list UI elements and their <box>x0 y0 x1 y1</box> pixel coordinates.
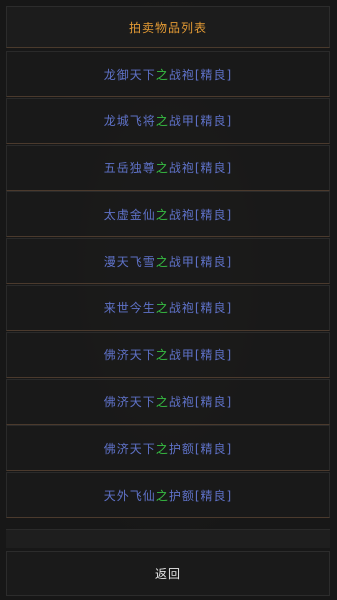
back-button[interactable]: 返回 <box>6 551 330 596</box>
item-name-connector: 之 <box>155 395 169 410</box>
item-name-prefix: 五岳独尊 <box>103 161 156 176</box>
item-name-suffix: 战甲[精良] <box>168 254 233 269</box>
list-item[interactable]: 漫天飞雪之战甲[精良] <box>6 238 330 285</box>
item-name-prefix: 漫天飞雪 <box>103 254 156 269</box>
back-button-label: 返回 <box>154 567 181 581</box>
item-name-connector: 之 <box>155 254 169 269</box>
item-name-suffix: 战袍[精良] <box>168 207 233 222</box>
list-item[interactable]: 佛济天下之护额[精良] <box>6 425 330 472</box>
auction-screen: 拍卖物品列表 龙御天下之战袍[精良] 龙城飞将之战甲[精良] 五岳独尊之战袍[精… <box>0 0 337 600</box>
item-name-suffix: 战甲[精良] <box>168 348 233 363</box>
list-item[interactable]: 天外飞仙之护额[精良] <box>6 472 330 519</box>
page-title: 拍卖物品列表 <box>128 20 207 35</box>
item-name-connector: 之 <box>155 207 169 222</box>
item-name-prefix: 佛济天下 <box>103 395 156 410</box>
item-name-connector: 之 <box>155 301 169 316</box>
list-item[interactable]: 龙城飞将之战甲[精良] <box>6 97 330 144</box>
list-item[interactable]: 太虚金仙之战袍[精良] <box>6 191 330 238</box>
item-name-connector: 之 <box>155 441 169 456</box>
item-name-prefix: 来世今生 <box>103 301 156 316</box>
item-name-suffix: 护额[精良] <box>168 441 233 456</box>
item-name-connector: 之 <box>155 161 169 176</box>
item-name-prefix: 龙御天下 <box>103 67 156 82</box>
item-name-connector: 之 <box>155 67 169 82</box>
item-name-prefix: 龙城飞将 <box>103 114 156 129</box>
item-name-connector: 之 <box>155 488 169 503</box>
item-name-prefix: 天外飞仙 <box>103 488 156 503</box>
item-name-prefix: 佛济天下 <box>103 441 156 456</box>
item-name-suffix: 战甲[精良] <box>168 114 233 129</box>
item-name-suffix: 战袍[精良] <box>168 161 233 176</box>
auction-item-list: 龙御天下之战袍[精良] 龙城飞将之战甲[精良] 五岳独尊之战袍[精良] 太虚金仙… <box>6 51 330 519</box>
item-name-prefix: 太虚金仙 <box>103 207 156 222</box>
item-name-suffix: 战袍[精良] <box>168 67 233 82</box>
list-item[interactable]: 佛济天下之战袍[精良] <box>6 378 330 425</box>
list-scroll-end <box>6 529 330 548</box>
item-name-connector: 之 <box>155 348 169 363</box>
list-item[interactable]: 佛济天下之战甲[精良] <box>6 331 330 378</box>
item-name-prefix: 佛济天下 <box>103 348 156 363</box>
item-name-suffix: 护额[精良] <box>168 488 233 503</box>
item-name-suffix: 战袍[精良] <box>168 395 233 410</box>
header-bar: 拍卖物品列表 <box>6 6 330 48</box>
list-item[interactable]: 来世今生之战袍[精良] <box>6 284 330 331</box>
list-item[interactable]: 五岳独尊之战袍[精良] <box>6 144 330 191</box>
item-name-suffix: 战袍[精良] <box>168 301 233 316</box>
list-item[interactable]: 龙御天下之战袍[精良] <box>6 51 330 97</box>
item-name-connector: 之 <box>155 114 169 129</box>
